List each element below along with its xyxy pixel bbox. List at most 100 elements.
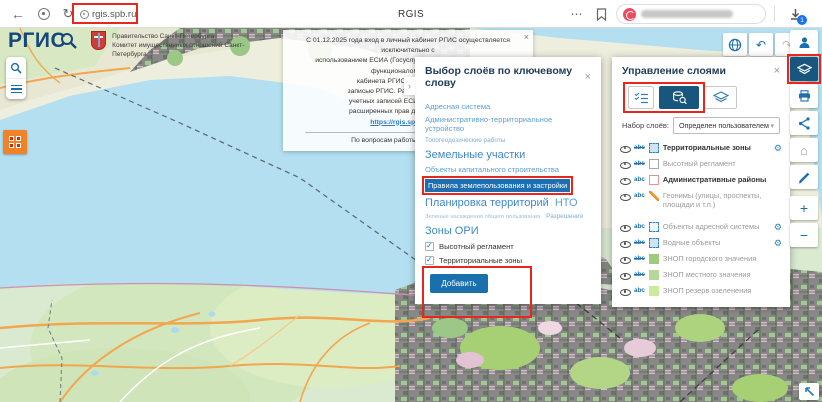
globe-button[interactable] (723, 33, 747, 56)
labels-abc-icon[interactable]: abc (634, 255, 645, 262)
visibility-eye-icon[interactable] (620, 160, 630, 170)
keyword-link[interactable]: Топогеодезические работы (425, 137, 591, 144)
search-button[interactable] (6, 57, 26, 78)
user-account-button[interactable] (790, 30, 818, 54)
layers-panel-button-active[interactable] (790, 57, 818, 81)
layer-row[interactable]: abc Водные объекты ⚙ (620, 235, 782, 251)
layer-row[interactable]: abc Высотный регламент (620, 156, 782, 172)
download-icon[interactable]: 1 (782, 0, 808, 28)
layer-stack-view-button[interactable] (704, 86, 737, 109)
zoom-in-button[interactable]: + (790, 196, 818, 220)
layers-panel-close-icon[interactable]: × (774, 65, 780, 77)
labels-abc-icon[interactable]: abc (634, 144, 645, 151)
layer-swatch (649, 254, 659, 264)
checkbox-checked[interactable]: ✓ (425, 256, 434, 265)
bookmark-icon[interactable] (592, 0, 610, 28)
keyword-link[interactable]: Земельные участки (425, 149, 591, 161)
gov-line1: Правительство Санкт-Петербурга (112, 33, 214, 40)
browser-toolbar: ← ↻ rgis.spb.ru RGIS ⋯ 1 (0, 0, 822, 28)
layer-row[interactable]: abc ЗНОП местного значения (620, 267, 782, 283)
map-left-toolbar (6, 57, 26, 99)
keyword-dialog-title: Выбор слоёв по ключевому слову (425, 65, 585, 89)
labels-abc-icon[interactable]: abc (634, 192, 645, 199)
visibility-eye-icon[interactable] (620, 176, 630, 186)
panel-toggle-button[interactable] (3, 130, 27, 154)
keyword-link[interactable]: НТО (555, 197, 578, 209)
layers-icon (713, 91, 729, 104)
visibility-eye-icon[interactable] (620, 192, 630, 202)
layer-set-value: Определен пользователем (679, 121, 769, 130)
layer-name: ЗНОП местного значения (663, 270, 782, 280)
share-button[interactable] (790, 111, 818, 135)
add-button[interactable]: Добавить (430, 274, 488, 293)
layer-settings-gear-icon[interactable]: ⚙ (774, 238, 782, 248)
grid-icon (9, 136, 21, 148)
keyword-link[interactable]: Разрешения (546, 213, 583, 220)
checkbox-label: Территориальные зоны (439, 256, 522, 265)
collapse-chevron-icon[interactable]: › (404, 77, 415, 95)
visibility-eye-icon[interactable] (620, 223, 630, 233)
visibility-eye-icon[interactable] (620, 271, 630, 281)
visibility-eye-icon[interactable] (620, 287, 630, 297)
profile-name-blurred (641, 10, 733, 18)
keyword-link[interactable]: Адресная система (425, 102, 591, 111)
layers-panel-title: Управление слоями (622, 65, 726, 77)
spb-coat-of-arms-icon (91, 31, 106, 50)
db-search-icon (672, 91, 687, 105)
layer-settings-gear-icon[interactable]: ⚙ (774, 222, 782, 232)
keyword-link[interactable]: Планировка территорий (425, 197, 549, 209)
print-button[interactable] (790, 84, 818, 108)
layer-list: abc Территориальные зоны ⚙ abc Высотный … (612, 140, 790, 307)
gov-line2: Комитет имущественных отношений Санкт-Пе… (112, 42, 244, 58)
layer-name: Административные районы (663, 175, 782, 185)
keyword-link[interactable]: Зеленые насаждения общего пользования (425, 214, 540, 220)
ruler-pencil-icon (798, 171, 811, 184)
visibility-eye-icon[interactable] (620, 239, 630, 249)
keyword-link[interactable]: Объекты капитального строительства (425, 165, 591, 174)
profile-avatar (623, 8, 636, 21)
labels-abc-icon[interactable]: abc (634, 239, 645, 246)
layer-list-view-button[interactable] (628, 86, 654, 109)
undo-button[interactable]: ↶ (749, 33, 773, 56)
government-caption: Правительство Санкт-Петербурга Комитет и… (112, 32, 262, 59)
layer-name: ЗНОП городского значения (663, 254, 782, 264)
labels-abc-icon[interactable]: abc (634, 160, 645, 167)
layer-row[interactable]: abc ЗНОП городского значения (620, 251, 782, 267)
browser-profile-pill[interactable] (616, 4, 766, 24)
rgis-logo[interactable]: РГИС (8, 30, 66, 52)
labels-abc-icon[interactable]: abc (634, 223, 645, 230)
keyword-link[interactable]: Административно-территориальное устройст… (425, 115, 565, 134)
layer-row[interactable]: abc Административные районы (620, 172, 782, 188)
layer-row[interactable]: abc ЗНОП резерв озеленения (620, 283, 782, 299)
home-button[interactable]: ⌂ (790, 138, 818, 162)
checkbox-checked[interactable]: ✓ (425, 242, 434, 251)
keyword-link[interactable]: Зоны ОРИ (425, 225, 591, 237)
visibility-eye-icon[interactable] (620, 255, 630, 265)
layer-swatch (649, 270, 659, 280)
keyword-link-highlighted[interactable]: Правила землепользования и застройки (425, 179, 570, 192)
more-menu-icon[interactable]: ⋯ (568, 0, 586, 28)
layer-set-select[interactable]: Определен пользователем ▾ (673, 117, 780, 134)
zoom-out-button[interactable]: − (790, 223, 818, 247)
layer-row[interactable]: abc Объекты адресной системы ⚙ (620, 219, 782, 235)
check-icon: ✓ (426, 241, 433, 250)
extent-arrow-button[interactable] (799, 383, 819, 400)
measure-button[interactable] (790, 165, 818, 189)
zoom-controls: + − (790, 196, 818, 250)
notice-close-icon[interactable]: × (524, 31, 529, 45)
notice-line: С 01.12.2025 года вход в личный кабинет … (293, 36, 523, 56)
visibility-eye-icon[interactable] (620, 144, 630, 154)
keyword-layers-dialog: › Выбор слоёв по ключевому слову × Адрес… (415, 57, 601, 304)
keyword-dialog-close-icon[interactable]: × (585, 71, 591, 83)
layer-swatch (649, 143, 659, 153)
labels-abc-icon[interactable]: abc (634, 287, 645, 294)
labels-abc-icon[interactable]: abc (634, 176, 645, 183)
layer-row[interactable]: abc Геонимы (улицы, проспекты, площади и… (620, 188, 782, 212)
layer-db-search-button-active[interactable] (659, 86, 699, 109)
menu-button[interactable] (6, 78, 26, 99)
layer-settings-gear-icon[interactable]: ⚙ (774, 143, 782, 153)
magnifier-logo-icon (60, 32, 77, 54)
layer-management-panel: Управление слоями × (612, 57, 790, 307)
labels-abc-icon[interactable]: abc (634, 271, 645, 278)
layer-row[interactable]: abc Территориальные зоны ⚙ (620, 140, 782, 156)
